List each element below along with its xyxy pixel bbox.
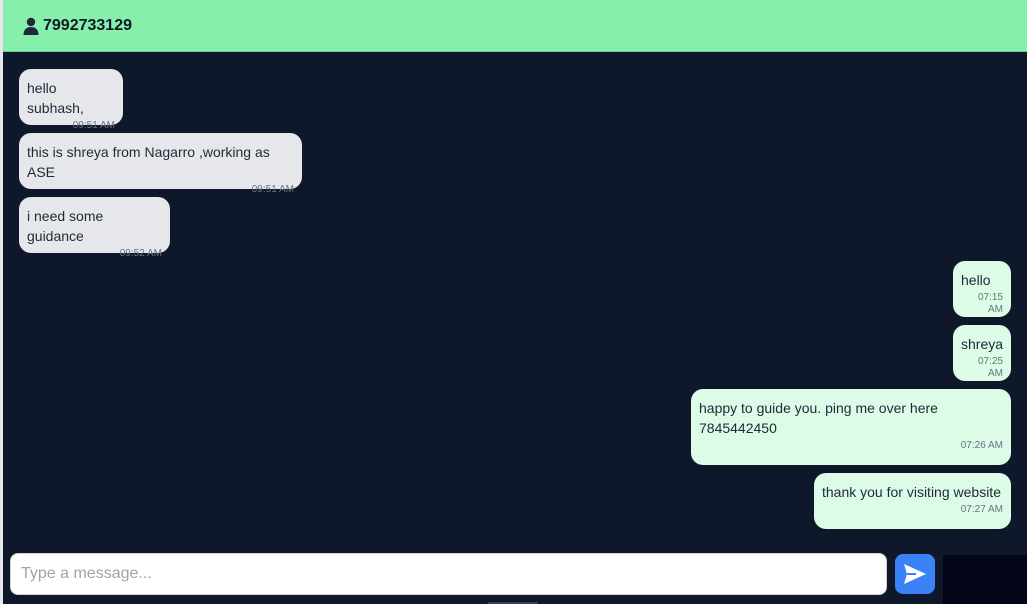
message-bubble-outgoing: hello 07:15 AM: [953, 261, 1011, 317]
message-text: i need some guidance: [27, 208, 108, 244]
message-time: 07:27 AM: [960, 504, 1003, 515]
message-time: 07:26 AM: [960, 440, 1003, 451]
window-edge: [0, 0, 3, 604]
message-bubble-incoming: hello subhash, 09:51 AM: [19, 69, 123, 131]
send-icon: [904, 564, 926, 584]
message-time: 09:52 AM: [119, 248, 162, 259]
message-bubble-outgoing: shreya 07:25 AM: [953, 325, 1011, 381]
message-text: hello: [961, 272, 991, 288]
message-bubble-outgoing: thank you for visiting website 07:27 AM: [814, 473, 1011, 529]
message-time: 07:25 AM: [977, 356, 1003, 379]
message-bubble-incoming: this is shreya from Nagarro ,working as …: [19, 133, 302, 195]
chat-header: 7992733129: [3, 0, 1027, 52]
message-input[interactable]: [10, 553, 887, 595]
message-text: happy to guide you. ping me over here 78…: [699, 400, 938, 436]
message-text: thank you for visiting website: [822, 484, 1001, 500]
side-panel: [943, 555, 1027, 604]
message-bubble-incoming: i need some guidance 09:52 AM: [19, 197, 170, 259]
message-text: this is shreya from Nagarro ,working as …: [27, 144, 273, 180]
message-time: 09:51 AM: [72, 120, 115, 131]
message-time: 07:15 AM: [977, 292, 1003, 315]
message-bubble-outgoing: happy to guide you. ping me over here 78…: [691, 389, 1011, 465]
contact-phone: 7992733129: [43, 16, 132, 34]
message-text: hello subhash,: [27, 80, 84, 116]
send-button[interactable]: [895, 554, 935, 594]
message-text: shreya: [961, 336, 1004, 352]
user-icon: [23, 17, 39, 35]
message-time: 09:51 AM: [251, 184, 294, 195]
